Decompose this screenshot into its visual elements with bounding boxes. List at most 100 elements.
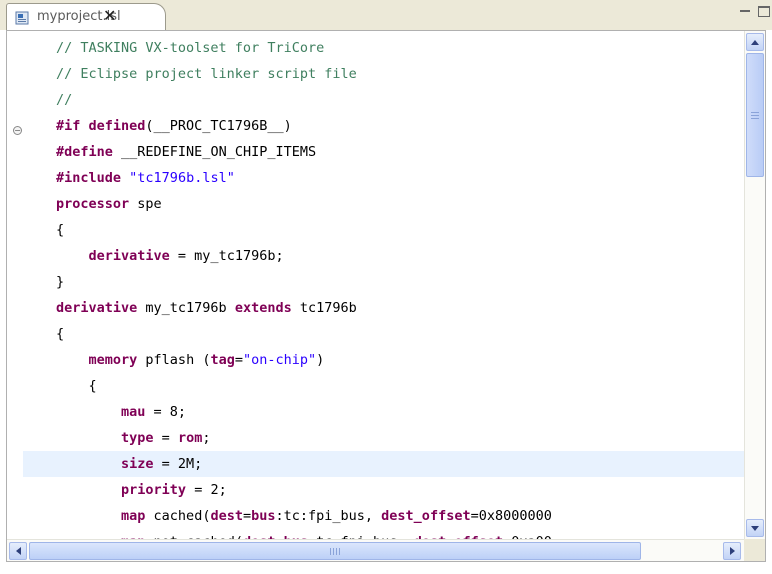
code-keyword: dest_offset <box>381 508 471 524</box>
code-line-text: { <box>56 373 97 399</box>
code-line-text: } <box>56 269 64 295</box>
horizontal-scroll-thumb[interactable] <box>29 542 641 560</box>
code-keyword: processor <box>56 196 130 212</box>
editor-text-area[interactable]: // TASKING VX-toolset for TriCore // Ecli… <box>23 31 745 539</box>
code-keyword: memory <box>88 352 138 368</box>
code-line[interactable]: #if defined(__PROC_TC1796B__) <box>23 113 745 139</box>
code-line[interactable]: processor spe <box>23 191 745 217</box>
code-text: { <box>56 378 97 394</box>
vertical-scroll-thumb[interactable] <box>746 53 764 177</box>
code-line[interactable]: map not_cached(dest=bus:tc:fpi_bus, dest… <box>23 529 745 539</box>
arrow-left-icon <box>15 547 21 555</box>
grip-line <box>339 548 340 555</box>
code-line-text: type = rom; <box>56 425 210 451</box>
code-line[interactable]: // <box>23 87 745 113</box>
code-keyword: #if defined <box>56 118 146 134</box>
code-keyword: #include <box>56 170 122 186</box>
code-keyword: derivative <box>88 248 170 264</box>
code-line-text: #define __REDEFINE_ON_CHIP_ITEMS <box>56 139 316 165</box>
code-line-text: // TASKING VX-toolset for TriCore <box>56 35 324 61</box>
code-text: my_tc1796b <box>137 300 235 316</box>
code-line-text: { <box>56 217 64 243</box>
code-keyword: extends <box>234 300 292 316</box>
code-line-text: derivative = my_tc1796b; <box>56 243 284 269</box>
code-line[interactable]: derivative = my_tc1796b; <box>23 243 745 269</box>
tab-myproject-lsl[interactable]: myproject.lsl ✕ <box>6 3 166 30</box>
arrow-up-icon <box>751 39 759 45</box>
code-text: __REDEFINE_ON_CHIP_ITEMS <box>112 144 317 160</box>
grip-line <box>751 115 759 116</box>
code-line[interactable]: #define __REDEFINE_ON_CHIP_ITEMS <box>23 139 745 165</box>
arrow-down-icon <box>751 525 759 531</box>
code-line[interactable]: { <box>23 217 745 243</box>
code-line[interactable]: map cached(dest=bus:tc:fpi_bus, dest_off… <box>23 503 745 529</box>
code-line[interactable]: { <box>23 321 745 347</box>
code-line[interactable]: } <box>23 269 745 295</box>
code-text: ; <box>202 430 211 446</box>
code-line[interactable]: { <box>23 373 745 399</box>
code-keyword: type <box>121 430 154 446</box>
code-text: } <box>56 274 65 290</box>
grip-line <box>336 548 337 555</box>
code-text: = 2; <box>186 482 227 498</box>
code-keyword: bus <box>251 508 276 524</box>
code-text: (__PROC_TC1796B__) <box>145 118 292 134</box>
code-line-text: map cached(dest=bus:tc:fpi_bus, dest_off… <box>56 503 552 529</box>
code-line[interactable]: derivative my_tc1796b extends tc1796b <box>23 295 745 321</box>
code-comment: // TASKING VX-toolset for TriCore <box>56 40 325 56</box>
code-line-text: derivative my_tc1796b extends tc1796b <box>56 295 357 321</box>
code-line[interactable]: // TASKING VX-toolset for TriCore <box>23 35 745 61</box>
grip-line <box>751 112 759 113</box>
code-line-text: #if defined(__PROC_TC1796B__) <box>56 113 292 139</box>
maximize-icon[interactable] <box>758 6 770 17</box>
code-line[interactable]: #include "tc1796b.lsl" <box>23 165 745 191</box>
code-text: = <box>234 352 243 368</box>
code-line[interactable]: type = rom; <box>23 425 745 451</box>
code-text: = 2M; <box>153 456 203 472</box>
code-line[interactable]: mau = 8; <box>23 399 745 425</box>
code-keyword: priority <box>121 482 187 498</box>
minimize-icon[interactable] <box>740 10 750 12</box>
code-text: =0x8000000 <box>470 508 552 524</box>
code-line-text: priority = 2; <box>56 477 227 503</box>
code-text: = <box>153 430 178 446</box>
code-text: ) <box>316 352 325 368</box>
grip-line <box>333 548 334 555</box>
code-keyword: map <box>121 508 146 524</box>
code-editor[interactable]: − // TASKING VX-toolset for TriCore // Ec… <box>6 30 766 562</box>
code-line-text: // Eclipse project linker script file <box>56 61 357 87</box>
close-icon[interactable]: ✕ <box>103 6 116 25</box>
vertical-scrollbar[interactable] <box>744 31 765 539</box>
scroll-left-button[interactable] <box>9 542 27 560</box>
scroll-up-button[interactable] <box>746 33 764 51</box>
code-text: { <box>56 326 65 342</box>
scroll-right-button[interactable] <box>723 542 741 560</box>
code-comment: // Eclipse project linker script file <box>56 66 357 82</box>
code-keyword: tag <box>210 352 235 368</box>
code-line[interactable]: priority = 2; <box>23 477 745 503</box>
code-text: = <box>242 508 252 524</box>
scroll-down-button[interactable] <box>746 519 764 537</box>
editor-tab-bar: myproject.lsl ✕ <box>0 0 772 30</box>
code-text: tc1796b <box>291 300 357 316</box>
code-text: = 8; <box>145 404 187 420</box>
code-comment: // <box>56 92 73 108</box>
code-line[interactable]: memory pflash (tag="on-chip") <box>23 347 745 373</box>
code-line-text: processor spe <box>56 191 162 217</box>
grip-line <box>751 118 759 119</box>
code-line[interactable]: size = 2M; <box>23 451 745 477</box>
code-text: pflash ( <box>137 352 211 368</box>
arrow-right-icon <box>729 547 735 555</box>
code-keyword: rom <box>177 430 203 446</box>
code-line-text: // <box>56 87 72 113</box>
horizontal-scrollbar[interactable] <box>7 539 745 561</box>
code-line-text: memory pflash (tag="on-chip") <box>56 347 325 373</box>
fold-collapse-icon[interactable]: − <box>13 126 22 135</box>
code-line[interactable]: // Eclipse project linker script file <box>23 61 745 87</box>
